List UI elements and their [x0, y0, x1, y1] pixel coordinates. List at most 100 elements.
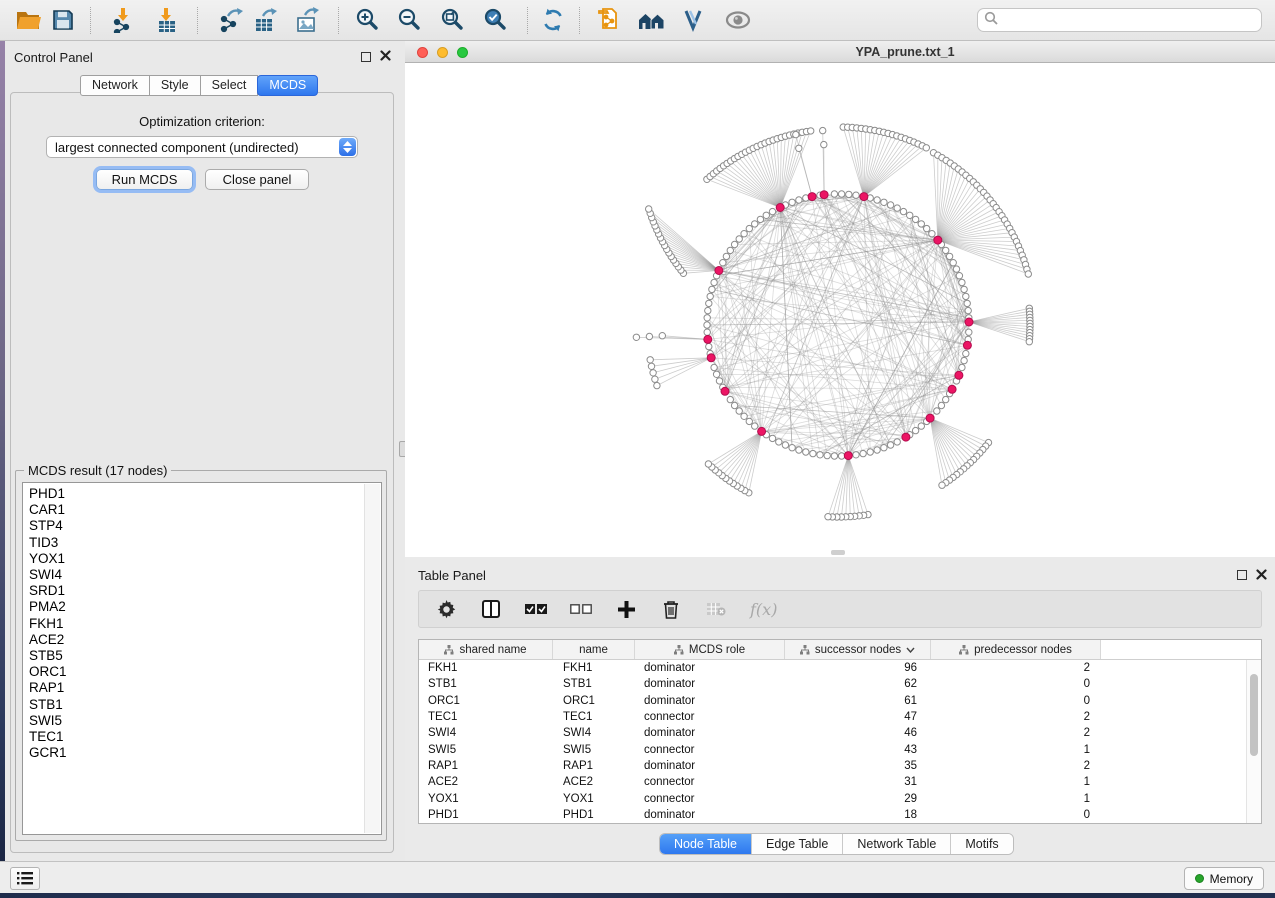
show-graphics-details-eye-icon[interactable] [720, 3, 756, 37]
table-cell: RAP1 [419, 760, 553, 772]
tab-node-table[interactable]: Node Table [660, 834, 751, 854]
close-window-traffic-light[interactable] [417, 47, 428, 58]
zoom-selected-icon[interactable] [477, 3, 513, 37]
mcds-result-item[interactable]: TID3 [23, 535, 381, 551]
tab-motifs[interactable]: Motifs [950, 834, 1012, 854]
network-window-title: YPA_prune.txt_1 [855, 45, 954, 59]
add-row-icon[interactable] [615, 598, 637, 620]
tab-network-table[interactable]: Network Table [842, 834, 950, 854]
column-header-predecessor-nodes[interactable]: predecessor nodes [931, 640, 1101, 659]
mcds-result-list: PHD1CAR1STP4TID3YOX1SWI4SRD1PMA2FKH1ACE2… [23, 483, 381, 761]
settings-gear-icon[interactable] [435, 598, 457, 620]
column-header-name[interactable]: name [553, 640, 635, 659]
close-panel-icon[interactable] [380, 48, 391, 66]
save-session-icon[interactable] [45, 3, 81, 37]
mcds-result-item[interactable]: SRD1 [23, 583, 381, 599]
mcds-result-item[interactable]: FKH1 [23, 616, 381, 632]
table-scrollbar-thumb[interactable] [1250, 674, 1258, 756]
table-cell: STB1 [553, 678, 635, 690]
table-cell: ORC1 [553, 695, 635, 707]
table-cell: dominator [635, 662, 785, 674]
close-table-panel-icon[interactable] [1256, 567, 1267, 585]
node-table[interactable]: shared name name MCDS role successor nod… [418, 639, 1262, 824]
network-window-titlebar[interactable]: YPA_prune.txt_1 [405, 41, 1275, 63]
memory-label: Memory [1210, 872, 1253, 886]
control-panel-title: Control Panel [14, 50, 93, 65]
mcds-list-scrollbar[interactable] [364, 484, 380, 833]
maximize-window-traffic-light[interactable] [457, 47, 468, 58]
table-row[interactable]: SWI5SWI5connector431 [419, 741, 1261, 757]
home-icon[interactable] [634, 3, 670, 37]
mcds-result-item[interactable]: TEC1 [23, 729, 381, 745]
column-header-shared-name[interactable]: shared name [419, 640, 553, 659]
table-row[interactable]: ORC1ORC1dominator610 [419, 693, 1261, 709]
mcds-result-item[interactable]: STB1 [23, 697, 381, 713]
mcds-result-item[interactable]: RAP1 [23, 680, 381, 696]
zoom-in-icon[interactable] [349, 3, 385, 37]
tab-style[interactable]: Style [149, 75, 201, 96]
table-row[interactable]: FKH1FKH1dominator962 [419, 660, 1261, 676]
mcds-result-item[interactable]: ORC1 [23, 664, 381, 680]
table-row[interactable]: PHD1PHD1dominator180 [419, 807, 1261, 823]
open-file-icon[interactable] [10, 3, 46, 37]
column-header-successor-nodes[interactable]: successor nodes [785, 640, 931, 659]
table-splitter-grip[interactable] [831, 550, 845, 555]
optimization-criterion-select[interactable]: largest connected component (undirected) [46, 136, 358, 158]
search-field[interactable] [977, 8, 1262, 32]
float-table-panel-icon[interactable] [1237, 570, 1247, 580]
network-canvas[interactable] [405, 63, 1275, 557]
table-row[interactable]: STB1STB1dominator620 [419, 676, 1261, 692]
mcds-result-item[interactable]: ACE2 [23, 632, 381, 648]
refresh-layout-icon[interactable] [535, 3, 571, 37]
table-row[interactable]: ACE2ACE2connector311 [419, 774, 1261, 790]
float-panel-icon[interactable] [361, 52, 371, 62]
close-panel-button[interactable]: Close panel [205, 169, 309, 190]
tab-select[interactable]: Select [200, 75, 259, 96]
node-table-body: FKH1FKH1dominator962STB1STB1dominator620… [419, 660, 1261, 823]
table-row[interactable]: YOX1YOX1connector291 [419, 790, 1261, 806]
zoom-out-icon[interactable] [391, 3, 427, 37]
mcds-result-item[interactable]: SWI5 [23, 713, 381, 729]
status-bar: Memory [0, 861, 1275, 893]
mcds-result-item[interactable]: YOX1 [23, 551, 381, 567]
show-column-icon[interactable] [480, 598, 502, 620]
table-scrollbar[interactable] [1246, 660, 1261, 823]
mcds-result-item[interactable]: PMA2 [23, 599, 381, 615]
clear-table-icon[interactable] [705, 598, 727, 620]
task-history-button[interactable] [10, 867, 40, 890]
search-input[interactable] [1002, 12, 1255, 29]
run-mcds-button[interactable]: Run MCDS [96, 169, 193, 190]
minimize-window-traffic-light[interactable] [437, 47, 448, 58]
hide-graphics-details-icon[interactable] [676, 3, 712, 37]
table-cell: SWI5 [419, 744, 553, 756]
select-all-icon[interactable] [525, 598, 547, 620]
export-network-icon[interactable] [213, 3, 249, 37]
control-panel: Control Panel Network Style Select MCDS … [5, 41, 405, 861]
import-table-from-file-icon[interactable] [149, 3, 185, 37]
table-panel-title: Table Panel [418, 568, 486, 583]
tab-network[interactable]: Network [80, 75, 150, 96]
deselect-all-icon[interactable] [570, 598, 592, 620]
mcds-result-item[interactable]: PHD1 [23, 486, 381, 502]
zoom-fit-content-icon[interactable] [434, 3, 470, 37]
network-from-selection-icon[interactable] [590, 3, 626, 37]
tab-mcds[interactable]: MCDS [257, 75, 318, 96]
table-cell: 46 [785, 727, 931, 739]
table-row[interactable]: TEC1TEC1connector472 [419, 709, 1261, 725]
mcds-result-item[interactable]: STB5 [23, 648, 381, 664]
column-header-mcds-role[interactable]: MCDS role [635, 640, 785, 659]
import-network-from-file-icon[interactable] [106, 3, 142, 37]
network-graph-svg[interactable] [405, 63, 1275, 557]
table-row[interactable]: RAP1RAP1dominator352 [419, 758, 1261, 774]
mcds-result-item[interactable]: CAR1 [23, 502, 381, 518]
export-table-icon[interactable] [247, 3, 283, 37]
table-cell: 18 [785, 809, 931, 821]
tab-edge-table[interactable]: Edge Table [751, 834, 842, 854]
export-image-icon[interactable] [289, 3, 325, 37]
mcds-result-item[interactable]: STP4 [23, 518, 381, 534]
memory-button[interactable]: Memory [1184, 867, 1264, 890]
mcds-result-item[interactable]: SWI4 [23, 567, 381, 583]
mcds-result-item[interactable]: GCR1 [23, 745, 381, 761]
table-row[interactable]: SWI4SWI4dominator462 [419, 725, 1261, 741]
delete-row-trash-icon[interactable] [660, 598, 682, 620]
